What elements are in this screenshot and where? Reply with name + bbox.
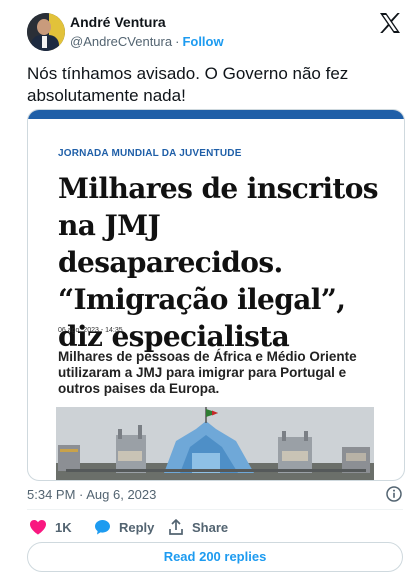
info-icon[interactable] [386,486,402,502]
author-name[interactable]: André Ventura [70,14,166,30]
author-handle[interactable]: @AndreCVentura [70,34,172,49]
avatar[interactable] [27,13,65,51]
author-meta: @AndreCVentura · Follow [70,34,224,49]
share-label: Share [192,519,229,535]
follow-button[interactable]: Follow [182,34,223,49]
reply-button[interactable]: Reply [94,517,154,537]
reply-label: Reply [119,519,155,535]
stage-illustration [56,407,374,480]
read-replies-button[interactable]: Read 200 replies [27,542,403,572]
like-count: 1K [55,519,72,535]
tweet-card: André Ventura @AndreCVentura · Follow Nós … [8,2,411,572]
like-button[interactable]: 1K [29,517,72,537]
separator-dot: · [175,34,180,49]
article-summary: Milhares de pessoas de África e Médio Or… [58,349,357,396]
divider [27,509,403,510]
tweet-timestamp[interactable]: 5:34 PM · Aug 6, 2023 [27,487,156,502]
share-icon [169,519,183,535]
article-topbar [28,110,404,119]
tweet-text: Nós tínhamos avisado. O Governo não fez … [27,64,349,105]
heart-icon [30,520,46,535]
x-logo-icon[interactable] [378,12,402,34]
speech-bubble-icon [95,520,110,535]
article-card[interactable]: JORNADA MUNDIAL DA JUVENTUDE Milhares de… [27,109,405,481]
article-date: 06 ago, 2023 - 14:35 [58,327,123,334]
article-kicker: JORNADA MUNDIAL DA JUVENTUDE [58,148,242,159]
share-button[interactable]: Share [168,517,228,537]
article-photo [56,407,374,480]
